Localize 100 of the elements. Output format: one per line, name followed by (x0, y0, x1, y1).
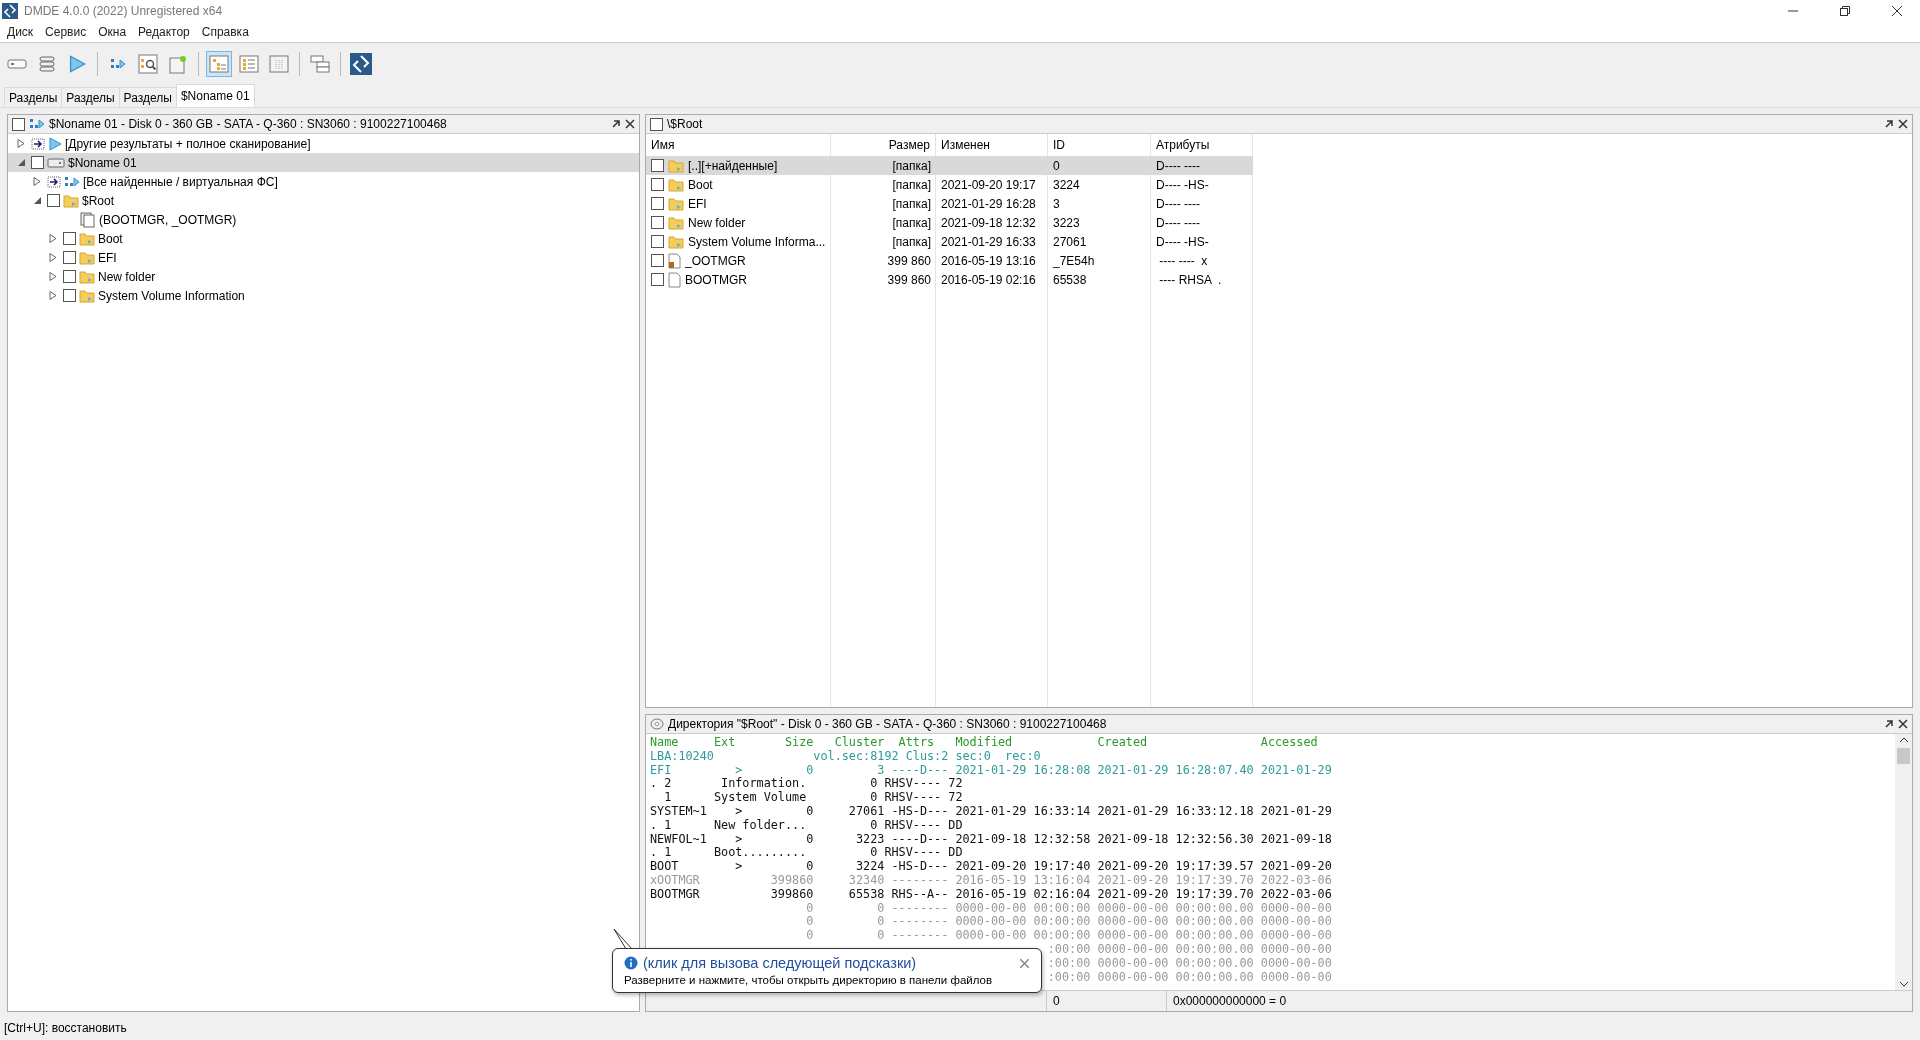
menu-item[interactable]: Окна (93, 25, 134, 39)
scrollbar-thumb[interactable] (1897, 748, 1910, 764)
table-cell[interactable]: EFI (646, 194, 831, 213)
checkbox[interactable] (651, 178, 664, 191)
dump-line: EFI > 0 3 ----D--- 2021-01-29 16:28:08 2021-01-29 16:28:07.40 2021-01-29 (650, 763, 1332, 777)
tree-item[interactable]: EFI (98, 250, 117, 265)
table-cell-text: 2016-05-19 13:16 (940, 252, 1037, 270)
dump-line: 0 0 -------- 0000-00-00 00:00:00 0000-00-00 00:00:00.00 0000-00-00 (805, 929, 1332, 943)
table-cell[interactable]: System Volume Informa... (646, 232, 831, 251)
table-cell-text: 3224 (1052, 176, 1081, 194)
tab[interactable]: Разделы (61, 87, 120, 107)
arrow-icon (47, 175, 61, 188)
file-name[interactable]: EFI (688, 196, 707, 211)
checkbox[interactable] (63, 289, 76, 302)
tree-item[interactable]: $Noname 01 (68, 155, 137, 170)
close-icon[interactable] (1898, 119, 1908, 129)
toolbar-button[interactable] (348, 51, 374, 77)
toolbar-button[interactable] (135, 51, 161, 77)
search-icon (138, 54, 158, 74)
status-field: 0 (1046, 991, 1166, 1011)
table-cell[interactable]: Boot (646, 175, 831, 194)
tree-view-icon (209, 55, 229, 73)
tree-item[interactable]: New folder (98, 269, 156, 284)
tree-item[interactable]: (BOOTMGR, _OOTMGR) (99, 212, 237, 227)
table-cell[interactable]: [..][+найденные] (646, 156, 831, 175)
tree-item[interactable]: $Root (82, 193, 115, 208)
table-cell-text: 3 (1052, 195, 1061, 213)
dump-line: BOOT > 0 3224 -HS-D--- 2021-09-20 19:17:40 2021-09-20 19:17:39.57 2021-09-20 (650, 860, 1332, 874)
menu-item[interactable]: Сервис (40, 25, 94, 39)
status-field: 0x000000000000 = 0 (1166, 991, 1912, 1011)
tree-item[interactable]: [Все найденные / виртуальная ФС] (83, 174, 278, 189)
drive-icon (7, 58, 27, 70)
table-cell-text: ---- RHSA . (1158, 271, 1223, 289)
blocks-arrow-icon (29, 117, 45, 131)
play-icon (68, 55, 86, 73)
checkbox[interactable] (651, 235, 664, 248)
checkbox[interactable] (63, 251, 76, 264)
tab[interactable]: Разделы (4, 87, 63, 107)
checkbox[interactable] (651, 273, 664, 286)
table-cell-text: 2021-01-29 16:33 (940, 233, 1037, 251)
menu-item[interactable]: Редактор (133, 25, 197, 39)
deleted-file-icon (668, 252, 681, 269)
tooltip-text: Разверните и нажмите, чтобы открыть директорию в панели файлов (624, 974, 994, 986)
tree-item[interactable]: Boot (98, 231, 123, 246)
tooltip-link[interactable]: (клик для вызова следующей подсказки) (643, 955, 1013, 971)
close-icon[interactable] (1898, 719, 1908, 729)
folder-icon (668, 215, 684, 230)
file-name[interactable]: System Volume Informa... (688, 234, 826, 249)
table-cell-text: [папка] (891, 233, 932, 251)
checkbox[interactable] (651, 254, 664, 267)
tab[interactable]: $Noname 01 (175, 84, 255, 107)
close-icon[interactable] (625, 119, 635, 129)
files-icon (80, 211, 96, 228)
file-name[interactable]: _OOTMGR (685, 253, 746, 268)
table-cell-text: 2016-05-19 02:16 (940, 271, 1037, 289)
table-cell-text: D---- ---- (1155, 195, 1201, 213)
dump-line: :00:00 0000-00-00 00:00:00.00 0000-00-00 (1047, 970, 1332, 985)
table-cell: 0 (1048, 156, 1151, 175)
folder-icon (79, 288, 95, 303)
folder-icon (668, 177, 684, 192)
menu-item[interactable]: Диск (2, 25, 41, 39)
table-cell-text: [папка] (891, 195, 932, 213)
file-name[interactable]: [..][+найденные] (688, 158, 778, 173)
file-icon (668, 271, 681, 288)
file-name[interactable]: Boot (688, 177, 713, 192)
pin-icon[interactable] (1884, 719, 1894, 729)
checkbox[interactable] (31, 156, 44, 169)
pin-icon[interactable] (1884, 119, 1894, 129)
table-cell[interactable]: New folder (646, 213, 831, 232)
dump-line: xOOTMGR 399860 32340 -------- 2016-05-19 13:16:04 2021-09-20 19:17:39.70 2022-03-06 (650, 873, 1332, 888)
pin-icon[interactable] (611, 119, 621, 129)
tree-item[interactable]: [Другие результаты + полное сканирование] (65, 136, 311, 151)
file-name[interactable]: BOOTMGR (685, 272, 747, 287)
dump-line: 0 0 -------- 0000-00-00 00:00:00 0000-00-00 00:00:00.00 0000-00-00 (805, 915, 1332, 930)
folder-icon (79, 231, 95, 246)
table-cell-text: 2021-09-20 19:17 (940, 176, 1037, 194)
window-title: DMDE 4.0.0 (2022) Unregistered x64 (24, 4, 224, 18)
checkbox[interactable] (12, 117, 25, 131)
dump-line: 0 0 -------- 0000-00-00 00:00:00 0000-00-00 00:00:00.00 0000-00-00 (805, 901, 1332, 916)
file-name[interactable]: New folder (688, 215, 746, 230)
checkbox[interactable] (651, 197, 664, 210)
logo-icon (350, 53, 372, 75)
tree-item[interactable]: System Volume Information (98, 288, 245, 303)
checkbox[interactable] (63, 232, 76, 245)
table-cell[interactable]: BOOTMGR (646, 270, 831, 289)
table-cell-text: 3223 (1052, 214, 1081, 232)
checkbox[interactable] (651, 216, 664, 229)
dump-line: . 1 Boot......... 0 RHSV---- DD (650, 846, 963, 861)
menu-item[interactable]: Справка (196, 25, 256, 39)
table-cell-text: D---- -HS- (1155, 233, 1210, 251)
table-cell-text: 65538 (1052, 271, 1088, 289)
checkbox[interactable] (651, 159, 664, 172)
table-cell[interactable]: _OOTMGR (646, 251, 831, 270)
dump-line: NEWFOL~1 > 0 3223 ----D--- 2021-09-18 12:32:58 2021-09-18 12:32:56.30 2021-09-18 (650, 832, 1332, 847)
checkbox[interactable] (650, 117, 663, 131)
dump-line: SYSTEM~1 > 0 27061 -HS-D--- 2021-01-29 16:33:14 2021-01-29 16:33:12.18 2021-01-29 (650, 805, 1332, 819)
checkbox[interactable] (63, 270, 76, 283)
checkbox[interactable] (47, 194, 60, 207)
tab[interactable]: Разделы (118, 87, 177, 107)
table-cell: [папка] (831, 156, 936, 175)
